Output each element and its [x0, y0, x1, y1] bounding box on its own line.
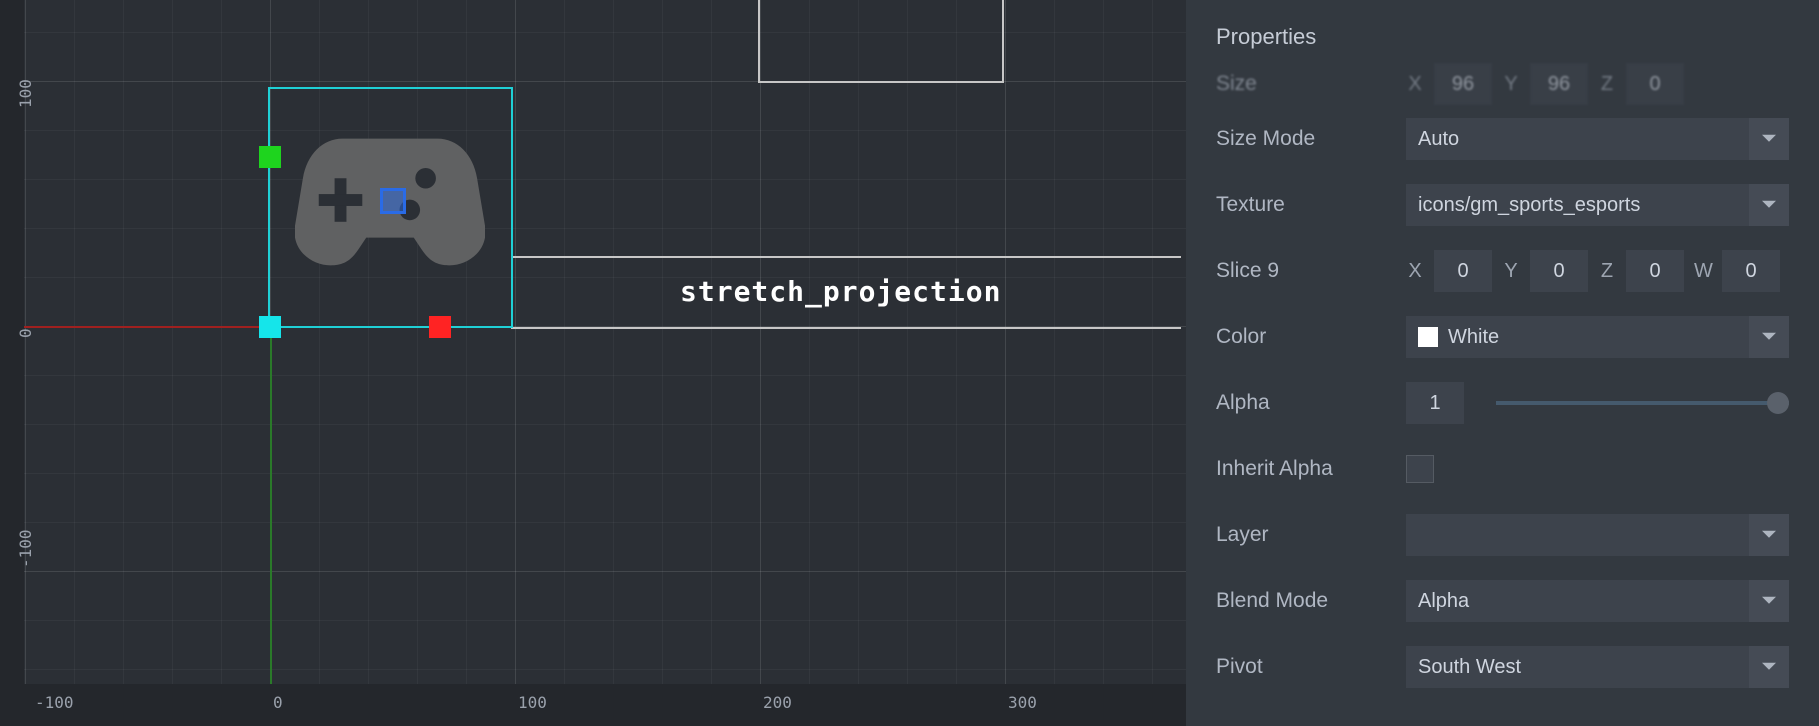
layer-select[interactable]: [1406, 514, 1789, 556]
row-inherit-alpha: Inherit Alpha: [1216, 436, 1789, 502]
slider-track: [1496, 401, 1789, 405]
ruler-h-tick: 100: [518, 693, 547, 712]
blend-mode-value: Alpha: [1418, 590, 1469, 613]
color-select[interactable]: White: [1406, 316, 1789, 358]
label-size: Size: [1216, 72, 1406, 96]
axis-label-z: Z: [1598, 73, 1616, 96]
axis-y-negative: [270, 326, 272, 684]
ruler-v-tick: -100: [16, 529, 35, 568]
chevron-down-icon: [1749, 646, 1789, 688]
panel-splitter[interactable]: [1180, 395, 1186, 455]
handle-origin[interactable]: [259, 316, 281, 338]
alpha-input[interactable]: 1: [1406, 382, 1464, 424]
color-value: White: [1448, 326, 1499, 349]
panel-title: Properties: [1216, 24, 1789, 50]
texture-select[interactable]: icons/gm_sports_esports: [1406, 184, 1789, 226]
node-outline-upper[interactable]: [758, 0, 1004, 83]
label-texture: Texture: [1216, 193, 1406, 217]
row-size-mode: Size Mode Auto: [1216, 106, 1789, 172]
row-alpha: Alpha 1: [1216, 370, 1789, 436]
slice9-x-input[interactable]: 0: [1434, 250, 1492, 292]
axis-label-y: Y: [1502, 73, 1520, 96]
size-z-input[interactable]: 0: [1626, 63, 1684, 105]
ruler-v-tick: 0: [16, 328, 35, 338]
slice9-y-input[interactable]: 0: [1530, 250, 1588, 292]
row-color: Color White: [1216, 304, 1789, 370]
chevron-down-icon: [1749, 316, 1789, 358]
size-mode-select[interactable]: Auto: [1406, 118, 1789, 160]
chevron-down-icon: [1749, 118, 1789, 160]
slice9-z-input[interactable]: 0: [1626, 250, 1684, 292]
pivot-value: South West: [1418, 656, 1521, 679]
ruler-horizontal: -100 0 100 200 300: [0, 684, 1186, 726]
handle-scale-y[interactable]: [259, 146, 281, 168]
axis-x-negative: [24, 326, 270, 328]
blend-mode-select[interactable]: Alpha: [1406, 580, 1789, 622]
ruler-h-tick: 300: [1008, 693, 1037, 712]
slice9-w-input[interactable]: 0: [1722, 250, 1780, 292]
row-layer: Layer: [1216, 502, 1789, 568]
label-layer: Layer: [1216, 523, 1406, 547]
row-size: Size X 96 Y 96 Z 0: [1216, 62, 1789, 106]
row-texture: Texture icons/gm_sports_esports: [1216, 172, 1789, 238]
chevron-down-icon: [1749, 184, 1789, 226]
handle-scale-x[interactable]: [429, 316, 451, 338]
size-x-input[interactable]: 96: [1434, 63, 1492, 105]
grid-major: [0, 0, 1186, 726]
label-size-mode: Size Mode: [1216, 127, 1406, 151]
inherit-alpha-checkbox[interactable]: [1406, 455, 1434, 483]
row-slice9: Slice 9 X 0 Y 0 Z 0 W 0: [1216, 238, 1789, 304]
row-blend-mode: Blend Mode Alpha: [1216, 568, 1789, 634]
axis-label-x: X: [1406, 73, 1424, 96]
axis-label-y: Y: [1502, 260, 1520, 283]
axis-label-z: Z: [1598, 260, 1616, 283]
pivot-select[interactable]: South West: [1406, 646, 1789, 688]
size-y-input[interactable]: 96: [1530, 63, 1588, 105]
alpha-slider[interactable]: [1496, 386, 1789, 420]
label-slice9: Slice 9: [1216, 259, 1406, 283]
color-swatch: [1418, 327, 1438, 347]
handle-move[interactable]: [380, 188, 406, 214]
ruler-h-tick: -100: [35, 693, 74, 712]
label-color: Color: [1216, 325, 1406, 349]
label-inherit-alpha: Inherit Alpha: [1216, 457, 1406, 481]
texture-value: icons/gm_sports_esports: [1418, 194, 1640, 217]
ruler-h-tick: 200: [763, 693, 792, 712]
label-alpha: Alpha: [1216, 391, 1406, 415]
properties-panel: Properties Size X 96 Y 96 Z 0 Size Mode …: [1186, 0, 1819, 726]
chevron-down-icon: [1749, 580, 1789, 622]
axis-label-x: X: [1406, 260, 1424, 283]
ruler-v-tick: 100: [16, 79, 35, 108]
slider-thumb[interactable]: [1767, 392, 1789, 414]
label-pivot: Pivot: [1216, 655, 1406, 679]
label-blend-mode: Blend Mode: [1216, 589, 1406, 613]
chevron-down-icon: [1749, 514, 1789, 556]
ruler-h-tick: 0: [273, 693, 283, 712]
editor-canvas[interactable]: stretch_projection 100 0 -100 -100 0 100…: [0, 0, 1186, 726]
axis-label-w: W: [1694, 260, 1712, 283]
ruler-vertical: 100 0 -100: [0, 0, 24, 684]
row-pivot: Pivot South West: [1216, 634, 1789, 700]
node-name-label: stretch_projection: [680, 275, 1001, 308]
size-mode-value: Auto: [1418, 128, 1459, 151]
